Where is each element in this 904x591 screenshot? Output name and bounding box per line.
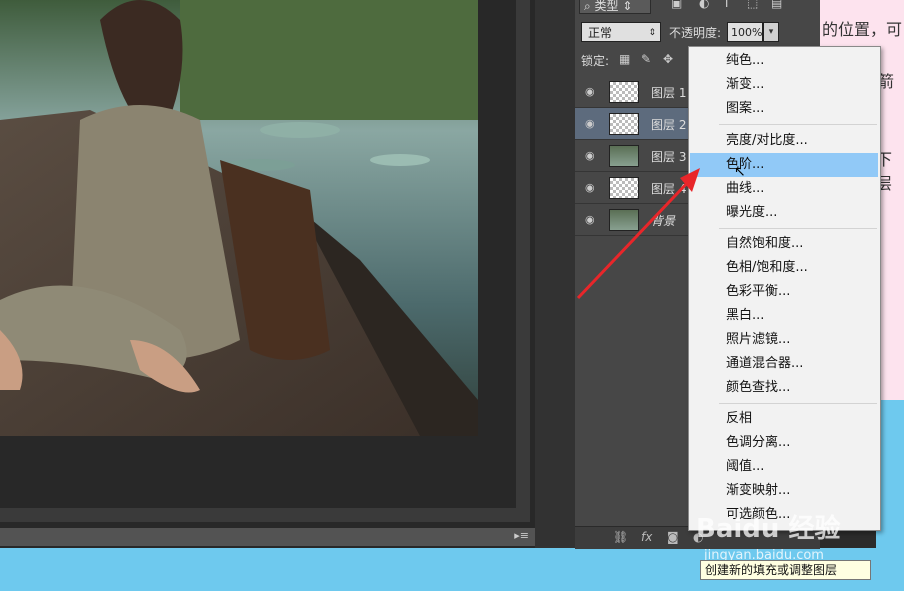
menu-item-channel-mixer[interactable]: 通道混合器... — [690, 352, 878, 376]
layer-name: 背景 — [651, 214, 676, 228]
lock-label: 锁定: — [581, 54, 610, 68]
tooltip: 创建新的填充或调整图层 — [700, 560, 871, 580]
opacity-label: 不透明度: — [669, 26, 722, 40]
layer-thumbnail — [609, 177, 639, 199]
lock-pixels-icon[interactable]: ✎ — [641, 52, 651, 66]
layer-filter-label: 类型 — [594, 0, 619, 13]
vertical-scrollbar[interactable] — [516, 0, 530, 508]
visibility-eye-icon[interactable]: ◉ — [585, 117, 599, 130]
menu-item-color-balance[interactable]: 色彩平衡... — [690, 280, 878, 304]
adjustment-layer-menu: 纯色... 渐变... 图案... 亮度/对比度... 色阶... 曲线... … — [688, 46, 881, 531]
menu-item-exposure[interactable]: 曝光度... — [690, 201, 878, 225]
layer-thumbnail — [609, 209, 639, 231]
canvas-area[interactable]: ▸≡ — [0, 0, 535, 548]
menu-item-posterize[interactable]: 色调分离... — [690, 431, 878, 455]
menu-separator — [719, 403, 877, 404]
lock-transparency-icon[interactable]: ▦ — [619, 52, 630, 66]
layer-name: 图层 3 — [651, 150, 687, 164]
menu-item-invert[interactable]: 反相 — [690, 407, 878, 431]
visibility-eye-icon[interactable]: ◉ — [585, 149, 599, 162]
menu-item-gradient-map[interactable]: 渐变映射... — [690, 479, 878, 503]
visibility-eye-icon[interactable]: ◉ — [585, 181, 599, 194]
menu-separator — [719, 228, 877, 229]
layer-thumbnail — [609, 113, 639, 135]
layer-thumbnail — [609, 81, 639, 103]
menu-item-color-lookup[interactable]: 颜色查找... — [690, 376, 878, 400]
menu-separator — [719, 124, 877, 125]
layer-name: 图层 1 — [651, 86, 687, 100]
horizontal-scrollbar[interactable] — [0, 508, 530, 522]
layer-name: 图层 4 — [651, 182, 687, 196]
menu-item-photo-filter[interactable]: 照片滤镜... — [690, 328, 878, 352]
menu-item-black-white[interactable]: 黑白... — [690, 304, 878, 328]
menu-item-hue-saturation[interactable]: 色相/饱和度... — [690, 256, 878, 280]
background-text-1: 的位置，可 — [822, 20, 903, 39]
blend-mode-select[interactable]: 正常 ⇕ — [581, 22, 661, 42]
menu-item-gradient[interactable]: 渐变... — [690, 73, 878, 97]
blend-mode-value: 正常 — [588, 26, 613, 40]
mouse-cursor-icon: ↖ — [734, 164, 746, 180]
menu-item-levels[interactable]: 色阶... — [690, 153, 878, 177]
link-layers-icon[interactable]: ⛓ — [613, 530, 628, 544]
status-bar: ▸≡ — [0, 528, 535, 546]
layer-style-icon[interactable]: fx — [641, 530, 652, 544]
status-menu-icon[interactable]: ▸≡ — [514, 529, 529, 542]
filter-pixel-icon[interactable]: ▣ — [671, 0, 682, 10]
visibility-eye-icon[interactable]: ◉ — [585, 85, 599, 98]
layer-filter-row: ⌕ 类型 ⇕ ▣ ◐ T ⬚ ▤ — [579, 0, 814, 16]
filter-shape-icon[interactable]: ⬚ — [747, 0, 758, 10]
filter-smart-object-icon[interactable]: ▤ — [771, 0, 782, 10]
menu-item-curves[interactable]: 曲线... — [690, 177, 878, 201]
blend-row: 正常 ⇕ 不透明度: 100% ▾ — [581, 22, 816, 44]
filter-adjustment-icon[interactable]: ◐ — [699, 0, 709, 10]
lock-position-icon[interactable]: ✥ — [663, 52, 673, 66]
add-mask-icon[interactable]: ◙ — [667, 530, 679, 544]
baidu-watermark: Baidu 经验 — [696, 514, 841, 544]
layer-thumbnail — [609, 145, 639, 167]
menu-item-brightness-contrast[interactable]: 亮度/对比度... — [690, 129, 878, 153]
menu-item-solid-color[interactable]: 纯色... — [690, 49, 878, 73]
canvas-photo[interactable] — [0, 0, 478, 436]
blend-mode-arrow-icon: ⇕ — [648, 28, 656, 38]
layer-filter-select[interactable]: ⌕ 类型 ⇕ — [579, 0, 651, 14]
visibility-eye-icon[interactable]: ◉ — [585, 213, 599, 226]
opacity-input[interactable]: 100% — [727, 22, 763, 42]
filter-type-icon[interactable]: T — [723, 0, 730, 10]
layer-name: 图层 2 — [651, 118, 687, 132]
opacity-dropdown-button[interactable]: ▾ — [763, 22, 779, 42]
menu-item-threshold[interactable]: 阈值... — [690, 455, 878, 479]
panel-dock-strip — [535, 0, 576, 548]
menu-item-pattern[interactable]: 图案... — [690, 97, 878, 121]
menu-item-vibrance[interactable]: 自然饱和度... — [690, 232, 878, 256]
